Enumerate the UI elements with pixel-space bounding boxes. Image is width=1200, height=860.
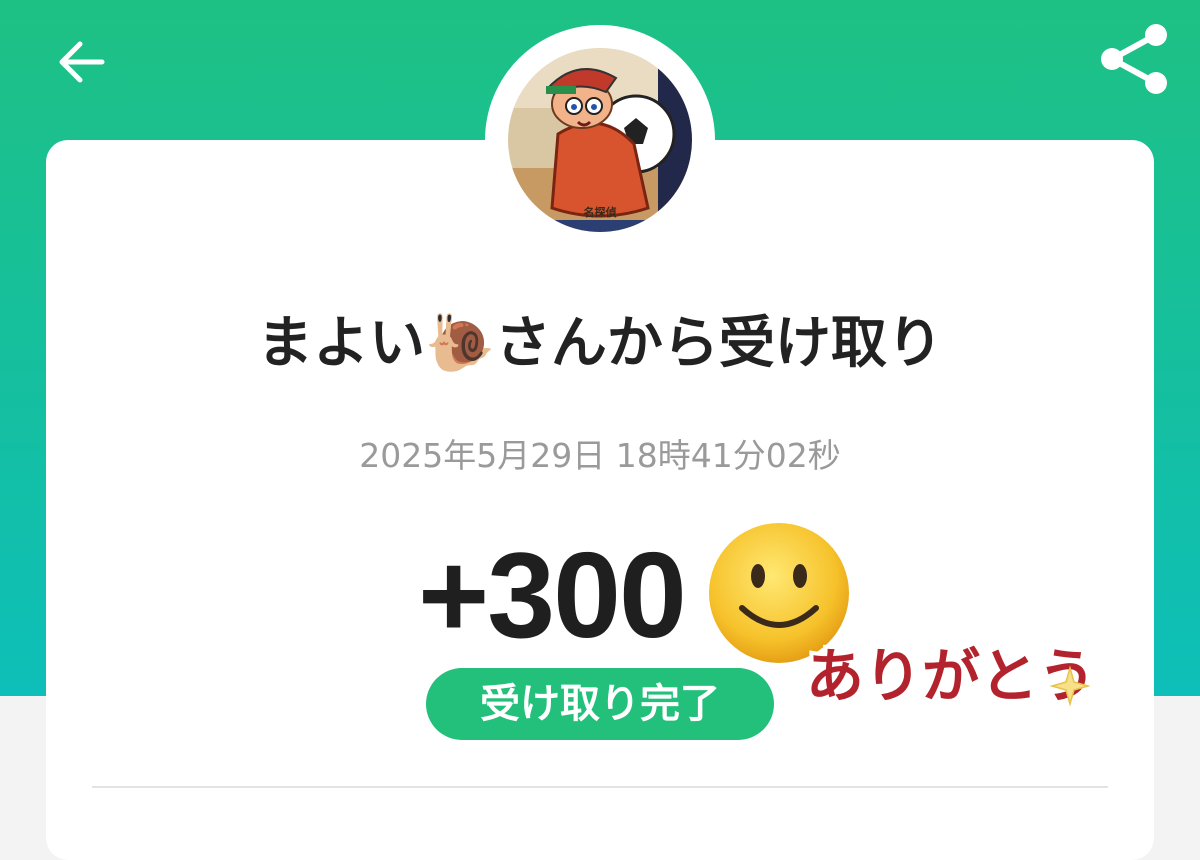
thanks-text: ありがとう [806, 642, 1096, 710]
sender-title: まよい🐌さんから受け取り [0, 308, 1200, 380]
divider [92, 786, 1108, 788]
amount: +300 [418, 527, 687, 663]
timestamp: 2025年5月29日 18時41分02秒 [359, 436, 841, 475]
snail-emoji: 🐌 [425, 311, 495, 376]
share-button[interactable] [1088, 14, 1178, 104]
thanks-sticker: ありがとう [798, 626, 1100, 722]
avatar-caption: 名探偵 [584, 205, 617, 219]
sender-suffix: さんから受け取り [494, 311, 943, 376]
back-button[interactable] [46, 28, 114, 96]
status-badge: 受け取り完了 [426, 668, 774, 740]
share-icon [1101, 24, 1167, 94]
sender-avatar[interactable]: 名探偵 [508, 48, 692, 232]
arrow-left-icon [59, 41, 105, 83]
sender-name: まよい [257, 311, 426, 376]
